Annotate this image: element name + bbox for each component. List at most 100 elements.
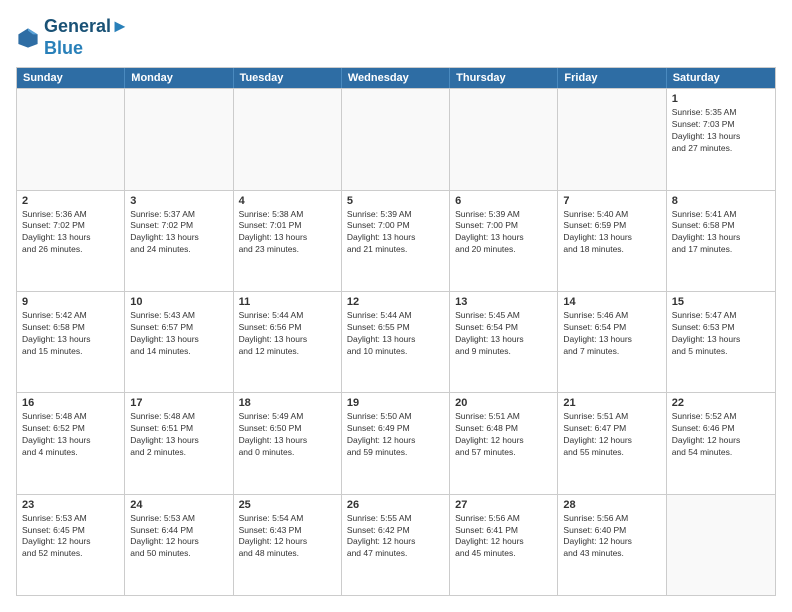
day-info: Sunrise: 5:48 AM Sunset: 6:51 PM Dayligh… [130, 411, 227, 459]
day-info: Sunrise: 5:43 AM Sunset: 6:57 PM Dayligh… [130, 310, 227, 358]
calendar-day-27: 27 Sunrise: 5:56 AM Sunset: 6:41 PM Dayli… [450, 495, 558, 595]
calendar-day-16: 16 Sunrise: 5:48 AM Sunset: 6:52 PM Dayli… [17, 393, 125, 493]
day-number: 10 [130, 296, 227, 308]
day-info: Sunrise: 5:50 AM Sunset: 6:49 PM Dayligh… [347, 411, 444, 459]
calendar-day-empty-0-4 [450, 89, 558, 189]
calendar-day-8: 8Sunrise: 5:41 AM Sunset: 6:58 PM Daylig… [667, 191, 775, 291]
day-number: 21 [563, 397, 660, 409]
day-info: Sunrise: 5:39 AM Sunset: 7:00 PM Dayligh… [455, 209, 552, 257]
calendar-day-empty-0-1 [125, 89, 233, 189]
day-info: Sunrise: 5:56 AM Sunset: 6:40 PM Dayligh… [563, 513, 660, 561]
day-number: 4 [239, 195, 336, 207]
calendar-day-28: 28 Sunrise: 5:56 AM Sunset: 6:40 PM Dayli… [558, 495, 666, 595]
calendar-day-empty-0-3 [342, 89, 450, 189]
day-info: Sunrise: 5:42 AM Sunset: 6:58 PM Dayligh… [22, 310, 119, 358]
day-header-saturday: Saturday [667, 68, 775, 88]
day-number: 11 [239, 296, 336, 308]
day-header-wednesday: Wednesday [342, 68, 450, 88]
calendar-day-1: 1 Sunrise: 5:35 AM Sunset: 7:03 PM Daylig… [667, 89, 775, 189]
day-number: 14 [563, 296, 660, 308]
day-number: 20 [455, 397, 552, 409]
day-info: Sunrise: 5:44 AM Sunset: 6:56 PM Dayligh… [239, 310, 336, 358]
calendar-day-22: 22 Sunrise: 5:52 AM Sunset: 6:46 PM Dayli… [667, 393, 775, 493]
day-info: Sunrise: 5:51 AM Sunset: 6:47 PM Dayligh… [563, 411, 660, 459]
calendar-day-20: 20 Sunrise: 5:51 AM Sunset: 6:48 PM Dayli… [450, 393, 558, 493]
day-number: 26 [347, 499, 444, 511]
calendar-day-2: 2 Sunrise: 5:36 AM Sunset: 7:02 PM Daylig… [17, 191, 125, 291]
calendar-day-7: 7Sunrise: 5:40 AM Sunset: 6:59 PM Daylig… [558, 191, 666, 291]
day-number: 22 [672, 397, 770, 409]
day-info: Sunrise: 5:39 AM Sunset: 7:00 PM Dayligh… [347, 209, 444, 257]
calendar-day-6: 6Sunrise: 5:39 AM Sunset: 7:00 PM Daylig… [450, 191, 558, 291]
day-header-thursday: Thursday [450, 68, 558, 88]
day-number: 9 [22, 296, 119, 308]
calendar-day-empty-4-6 [667, 495, 775, 595]
day-header-monday: Monday [125, 68, 233, 88]
day-number: 16 [22, 397, 119, 409]
day-info: Sunrise: 5:44 AM Sunset: 6:55 PM Dayligh… [347, 310, 444, 358]
day-info: Sunrise: 5:52 AM Sunset: 6:46 PM Dayligh… [672, 411, 770, 459]
day-number: 18 [239, 397, 336, 409]
calendar-row-4: 23 Sunrise: 5:53 AM Sunset: 6:45 PM Dayli… [17, 494, 775, 595]
day-header-sunday: Sunday [17, 68, 125, 88]
day-number: 5 [347, 195, 444, 207]
day-number: 17 [130, 397, 227, 409]
day-info: Sunrise: 5:51 AM Sunset: 6:48 PM Dayligh… [455, 411, 552, 459]
calendar-day-14: 14 Sunrise: 5:46 AM Sunset: 6:54 PM Dayli… [558, 292, 666, 392]
day-info: Sunrise: 5:55 AM Sunset: 6:42 PM Dayligh… [347, 513, 444, 561]
calendar-day-17: 17 Sunrise: 5:48 AM Sunset: 6:51 PM Dayli… [125, 393, 233, 493]
calendar-day-10: 10 Sunrise: 5:43 AM Sunset: 6:57 PM Dayli… [125, 292, 233, 392]
calendar-day-3: 3 Sunrise: 5:37 AM Sunset: 7:02 PM Daylig… [125, 191, 233, 291]
calendar-body: 1 Sunrise: 5:35 AM Sunset: 7:03 PM Daylig… [17, 88, 775, 595]
day-number: 13 [455, 296, 552, 308]
day-number: 28 [563, 499, 660, 511]
calendar-day-21: 21 Sunrise: 5:51 AM Sunset: 6:47 PM Dayli… [558, 393, 666, 493]
day-info: Sunrise: 5:53 AM Sunset: 6:44 PM Dayligh… [130, 513, 227, 561]
calendar-day-15: 15Sunrise: 5:47 AM Sunset: 6:53 PM Dayli… [667, 292, 775, 392]
day-info: Sunrise: 5:54 AM Sunset: 6:43 PM Dayligh… [239, 513, 336, 561]
day-number: 25 [239, 499, 336, 511]
day-number: 19 [347, 397, 444, 409]
calendar-day-24: 24 Sunrise: 5:53 AM Sunset: 6:44 PM Dayli… [125, 495, 233, 595]
day-number: 7 [563, 195, 660, 207]
calendar-day-empty-0-2 [234, 89, 342, 189]
logo-icon [16, 26, 40, 50]
day-number: 27 [455, 499, 552, 511]
day-number: 1 [672, 93, 770, 105]
calendar-day-26: 26 Sunrise: 5:55 AM Sunset: 6:42 PM Dayli… [342, 495, 450, 595]
calendar-row-2: 9 Sunrise: 5:42 AM Sunset: 6:58 PM Daylig… [17, 291, 775, 392]
calendar-day-13: 13 Sunrise: 5:45 AM Sunset: 6:54 PM Dayli… [450, 292, 558, 392]
calendar-day-12: 12 Sunrise: 5:44 AM Sunset: 6:55 PM Dayli… [342, 292, 450, 392]
day-info: Sunrise: 5:56 AM Sunset: 6:41 PM Dayligh… [455, 513, 552, 561]
day-header-tuesday: Tuesday [234, 68, 342, 88]
calendar-day-9: 9 Sunrise: 5:42 AM Sunset: 6:58 PM Daylig… [17, 292, 125, 392]
day-info: Sunrise: 5:53 AM Sunset: 6:45 PM Dayligh… [22, 513, 119, 561]
calendar-day-empty-0-0 [17, 89, 125, 189]
day-number: 3 [130, 195, 227, 207]
day-info: Sunrise: 5:45 AM Sunset: 6:54 PM Dayligh… [455, 310, 552, 358]
day-info: Sunrise: 5:48 AM Sunset: 6:52 PM Dayligh… [22, 411, 119, 459]
day-info: Sunrise: 5:35 AM Sunset: 7:03 PM Dayligh… [672, 107, 770, 155]
calendar-day-5: 5 Sunrise: 5:39 AM Sunset: 7:00 PM Daylig… [342, 191, 450, 291]
calendar-day-18: 18 Sunrise: 5:49 AM Sunset: 6:50 PM Dayli… [234, 393, 342, 493]
day-info: Sunrise: 5:49 AM Sunset: 6:50 PM Dayligh… [239, 411, 336, 459]
calendar-day-25: 25 Sunrise: 5:54 AM Sunset: 6:43 PM Dayli… [234, 495, 342, 595]
calendar-day-4: 4Sunrise: 5:38 AM Sunset: 7:01 PM Daylig… [234, 191, 342, 291]
day-info: Sunrise: 5:36 AM Sunset: 7:02 PM Dayligh… [22, 209, 119, 257]
calendar-day-empty-0-5 [558, 89, 666, 189]
calendar-day-23: 23 Sunrise: 5:53 AM Sunset: 6:45 PM Dayli… [17, 495, 125, 595]
day-number: 2 [22, 195, 119, 207]
day-number: 12 [347, 296, 444, 308]
page: General► Blue SundayMondayTuesdayWednesd… [0, 0, 792, 612]
day-number: 8 [672, 195, 770, 207]
calendar-row-0: 1 Sunrise: 5:35 AM Sunset: 7:03 PM Daylig… [17, 88, 775, 189]
day-number: 24 [130, 499, 227, 511]
day-info: Sunrise: 5:47 AM Sunset: 6:53 PM Dayligh… [672, 310, 770, 358]
day-number: 23 [22, 499, 119, 511]
calendar-day-11: 11 Sunrise: 5:44 AM Sunset: 6:56 PM Dayli… [234, 292, 342, 392]
day-info: Sunrise: 5:46 AM Sunset: 6:54 PM Dayligh… [563, 310, 660, 358]
day-info: Sunrise: 5:37 AM Sunset: 7:02 PM Dayligh… [130, 209, 227, 257]
logo-text: General► Blue [44, 16, 129, 59]
calendar-row-3: 16 Sunrise: 5:48 AM Sunset: 6:52 PM Dayli… [17, 392, 775, 493]
logo: General► Blue [16, 16, 129, 59]
